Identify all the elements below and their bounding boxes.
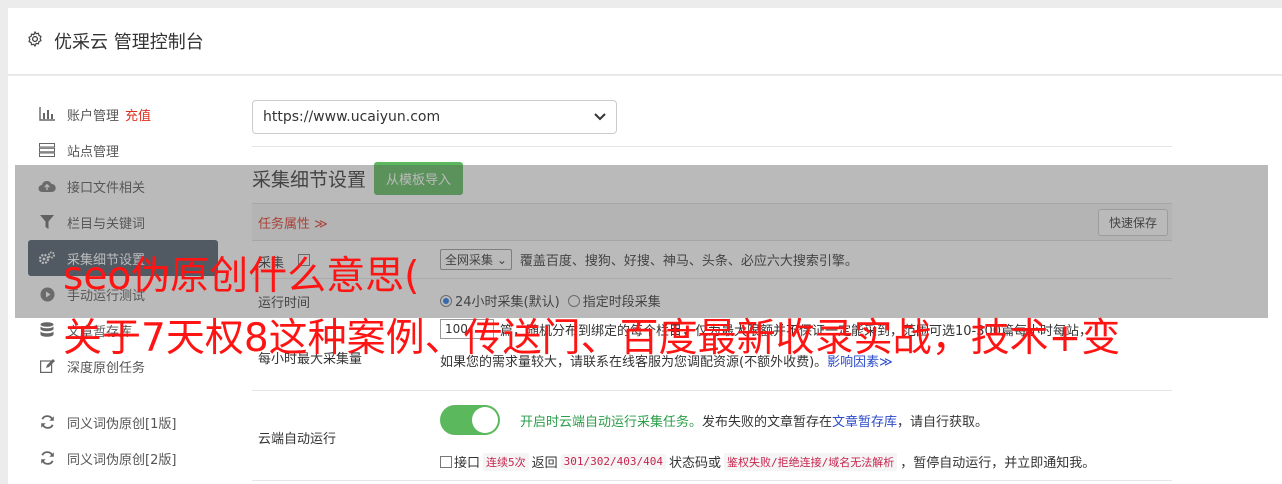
site-select-value: https://www.ucaiyun.com — [263, 109, 441, 125]
database-icon — [38, 321, 56, 339]
bar-chart-icon — [38, 105, 56, 123]
sidebar-item-synonym-v1[interactable]: 同义词伪原创[1版] — [28, 404, 218, 440]
cb-t3: ，暂停自动运行，并立即通知我。 — [900, 456, 1096, 471]
page-title: 优采云 管理控制台 — [54, 32, 204, 53]
sidebar-item-label: 账户管理 — [67, 108, 120, 124]
refresh-icon — [38, 413, 56, 431]
row-cloud-auto: 云端自动运行 开启时云端自动运行采集任务。 发布失败的文章暂存在 文章暂存库 ，… — [252, 391, 1172, 481]
page-header: 优采云 管理控制台 — [8, 8, 1282, 75]
refresh-icon — [38, 449, 56, 467]
sidebar-item-label: 站点管理 — [67, 144, 120, 160]
code-5times: 连续5次 — [483, 452, 529, 471]
chevron-down-icon — [594, 109, 606, 125]
row-label: 云端自动运行 — [258, 432, 337, 447]
sidebar-item-account[interactable]: 账户管理 充值 — [28, 96, 218, 132]
divider — [252, 146, 1172, 147]
site-select[interactable]: https://www.ucaiyun.com — [252, 100, 617, 134]
sidebar-item-sites[interactable]: 站点管理 — [28, 132, 218, 168]
notify-checkbox[interactable] — [440, 455, 452, 468]
code-status: 301/302/403/404 — [560, 454, 666, 469]
article-store-link[interactable]: 文章暂存库 — [832, 411, 897, 430]
recharge-link[interactable]: 充值 — [125, 105, 151, 124]
overlay-title-line2: 关于7天权8这种案例、传送门、百度最新收录实战，技术+变 — [63, 316, 1121, 361]
cb-t2: 状态码或 — [669, 456, 722, 471]
code-auth-fail: 鉴权失败/拒绝连接/域名无法解析 — [724, 452, 898, 471]
cloud-line2: 接口 连续5次 返回 301/302/403/404 状态码或 鉴权失败/拒绝连… — [440, 452, 1095, 471]
overlay-title-line1: seo伪原创什么意思( — [63, 254, 420, 299]
cloud-desc2: 发布失败的文章暂存在 — [702, 414, 833, 430]
edit-icon — [38, 357, 56, 375]
cloud-desc-green: 开启时云端自动运行采集任务。 — [520, 414, 703, 430]
cloud-desc3: ，请自行获取。 — [897, 414, 989, 430]
server-icon — [38, 141, 56, 159]
gear-icon — [26, 30, 44, 52]
sidebar-item-label: 同义词伪原创[1版] — [67, 416, 177, 432]
cb-label: 接口 — [454, 456, 481, 471]
cloud-auto-toggle[interactable] — [440, 405, 500, 435]
cb-t1: 返回 — [531, 456, 558, 471]
sidebar-item-synonym-v2[interactable]: 同义词伪原创[2版] — [28, 440, 218, 476]
sidebar-item-label: 同义词伪原创[2版] — [67, 452, 177, 468]
settings-content: https://www.ucaiyun.com 采集细节设置 从模板导入 任务属… — [252, 100, 1172, 481]
cloud-line1: 开启时云端自动运行采集任务。 发布失败的文章暂存在 文章暂存库 ，请自行获取。 — [440, 405, 988, 435]
